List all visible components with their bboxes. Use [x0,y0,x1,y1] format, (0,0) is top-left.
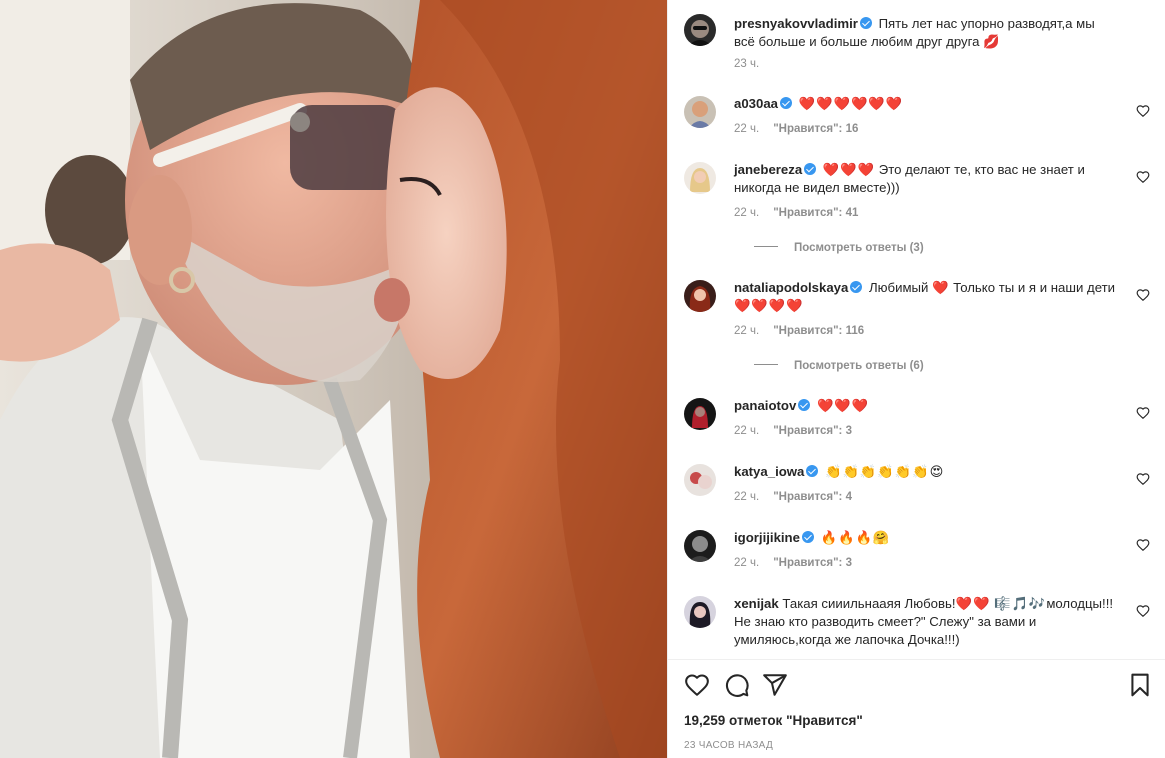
comment-text: nataliapodolskaya Любимый ❤️ Только ты и… [734,279,1116,315]
view-replies-label[interactable]: Посмотреть ответы (3) [794,242,924,254]
commenter-avatar[interactable] [684,398,716,430]
heart-outline-icon[interactable] [684,672,710,698]
verified-badge-icon [798,399,811,411]
comment-username[interactable]: nataliapodolskaya [734,280,848,295]
comment-likes-count[interactable]: "Нравится": 116 [773,325,864,337]
comment-text: xenijak Такая сииильнааяя Любовь!❤️❤️ 🎼🎵… [734,595,1116,649]
kiss-photo-illustration [0,0,667,758]
comment-body-b: Только ты и я и наши дети [953,280,1115,295]
comment-time: 22 ч. [734,123,760,135]
comment-text: katya_iowa 👏👏👏👏👏👏😍 [734,463,1116,481]
comment-time: 22 ч. [734,491,760,503]
view-replies-label[interactable]: Посмотреть ответы (6) [794,360,924,372]
comment-item: janebereza ❤️❤️❤️ Это делают те, кто вас… [684,162,1150,262]
comment-text: igorjijikine 🔥🔥🔥🤗 [734,529,1116,547]
view-replies-button[interactable]: Посмотреть ответы (6) [754,359,924,373]
comment-time: 22 ч. [734,557,760,569]
commenter-avatar[interactable] [684,530,716,562]
comments-scroll-area[interactable]: presnyakovvladimir Пять лет нас упорно р… [668,0,1165,660]
comment-body-a: Такая сииильнааяя Любовь! [782,596,956,611]
comment-emoji-b: 🎼🎵🎶 [994,596,1047,611]
comment-text: janebereza ❤️❤️❤️ Это делают те, кто вас… [734,161,1116,197]
comment-username[interactable]: janebereza [734,162,802,177]
comment-emoji: ❤️❤️❤️ [816,398,870,413]
comment-meta: 22 ч. "Нравится": 3 [734,424,852,438]
comment-text: panaiotov ❤️❤️❤️ [734,397,1116,415]
verified-badge-icon [804,163,817,175]
post-photo[interactable] [0,0,667,758]
comment-item: panaiotov ❤️❤️❤️ 22 ч. "Нравится": 3 [684,398,1150,440]
comment-emoji: 👏👏👏👏👏👏😍 [825,464,945,479]
comment-like-heart-icon[interactable] [1136,104,1150,118]
caption-timestamp: 23 ч. [734,58,760,70]
post-caption: presnyakovvladimir Пять лет нас упорно р… [684,14,1150,74]
verified-badge-icon [780,97,793,109]
author-username[interactable]: presnyakovvladimir [734,16,858,31]
comment-emoji: ❤️❤️❤️ [822,162,876,177]
commenter-avatar[interactable] [684,596,716,628]
post-likes-count[interactable]: 19,259 отметок "Нравится" [684,713,863,728]
comments-panel: presnyakovvladimir Пять лет нас упорно р… [667,0,1165,758]
comment-meta: 22 ч. "Нравится": 16 [734,122,858,136]
comment-emoji-a: ❤️ [932,280,950,295]
commenter-avatar[interactable] [684,162,716,194]
comment-likes-count[interactable]: "Нравится": 3 [773,557,852,569]
comment-likes-count[interactable]: "Нравится": 16 [773,123,858,135]
comment-username[interactable]: xenijak [734,596,779,611]
commenter-avatar[interactable] [684,464,716,496]
comment-like-heart-icon[interactable] [1136,472,1150,486]
comment-time: 22 ч. [734,325,760,337]
comment-meta: 22 ч. "Нравится": 3 [734,556,852,570]
comment-like-heart-icon[interactable] [1136,538,1150,552]
bookmark-icon[interactable] [1127,672,1153,698]
comment-likes-count[interactable]: "Нравится": 4 [773,491,852,503]
comment-emoji-a: ❤️❤️ [955,596,991,611]
comment-username[interactable]: a030aa [734,96,778,111]
view-replies-button[interactable]: Посмотреть ответы (3) [754,241,924,255]
comment-like-heart-icon[interactable] [1136,604,1150,618]
author-avatar[interactable] [684,14,716,46]
comment-emoji: 🔥🔥🔥🤗 [820,530,891,545]
caption-text: presnyakovvladimir Пять лет нас упорно р… [734,15,1116,51]
comment-meta: 22 ч. "Нравится": 116 [734,324,864,338]
commenter-avatar[interactable] [684,280,716,312]
commenter-avatar[interactable] [684,96,716,128]
comment-username[interactable]: igorjijikine [734,530,800,545]
comment-username[interactable]: katya_iowa [734,464,804,479]
comment-meta: 22 ч. "Нравится": 4 [734,490,852,504]
comment-likes-count[interactable]: "Нравится": 3 [773,425,852,437]
comment-body-a: Любимый [869,280,929,295]
verified-badge-icon [850,281,863,293]
actions-divider [668,659,1165,660]
post-actions-bar [684,672,1153,698]
comment-meta: 22 ч. "Нравится": 41 [734,206,858,220]
comment-username[interactable]: panaiotov [734,398,796,413]
verified-badge-icon [859,17,872,29]
verified-badge-icon [806,465,819,477]
comment-item: xenijak Такая сииильнааяя Любовь!❤️❤️ 🎼🎵… [684,596,1150,658]
comment-like-heart-icon[interactable] [1136,406,1150,420]
comment-time: 22 ч. [734,425,760,437]
comment-like-heart-icon[interactable] [1136,170,1150,184]
comment-item: nataliapodolskaya Любимый ❤️ Только ты и… [684,280,1150,380]
instagram-post-view: presnyakovvladimir Пять лет нас упорно р… [0,0,1165,758]
comment-emoji: ❤️❤️❤️❤️❤️❤️ [798,96,904,111]
comment-likes-count[interactable]: "Нравится": 41 [773,207,858,219]
comment-like-heart-icon[interactable] [1136,288,1150,302]
comment-item: katya_iowa 👏👏👏👏👏👏😍 22 ч. "Нравится": 4 [684,464,1150,506]
comment-item: igorjijikine 🔥🔥🔥🤗 22 ч. "Нравится": 3 [684,530,1150,572]
post-timestamp: 23 ЧАСОВ НАЗАД [684,740,774,751]
comment-text: a030aa ❤️❤️❤️❤️❤️❤️ [734,95,1116,113]
paper-plane-icon[interactable] [762,672,788,698]
comment-icon[interactable] [724,672,750,698]
verified-badge-icon [801,531,814,543]
replies-line [754,246,778,247]
comment-emoji-b: ❤️❤️❤️❤️ [734,298,804,313]
replies-line [754,364,778,365]
comment-item: a030aa ❤️❤️❤️❤️❤️❤️ 22 ч. "Нравится": 16 [684,96,1150,138]
comment-time: 22 ч. [734,207,760,219]
